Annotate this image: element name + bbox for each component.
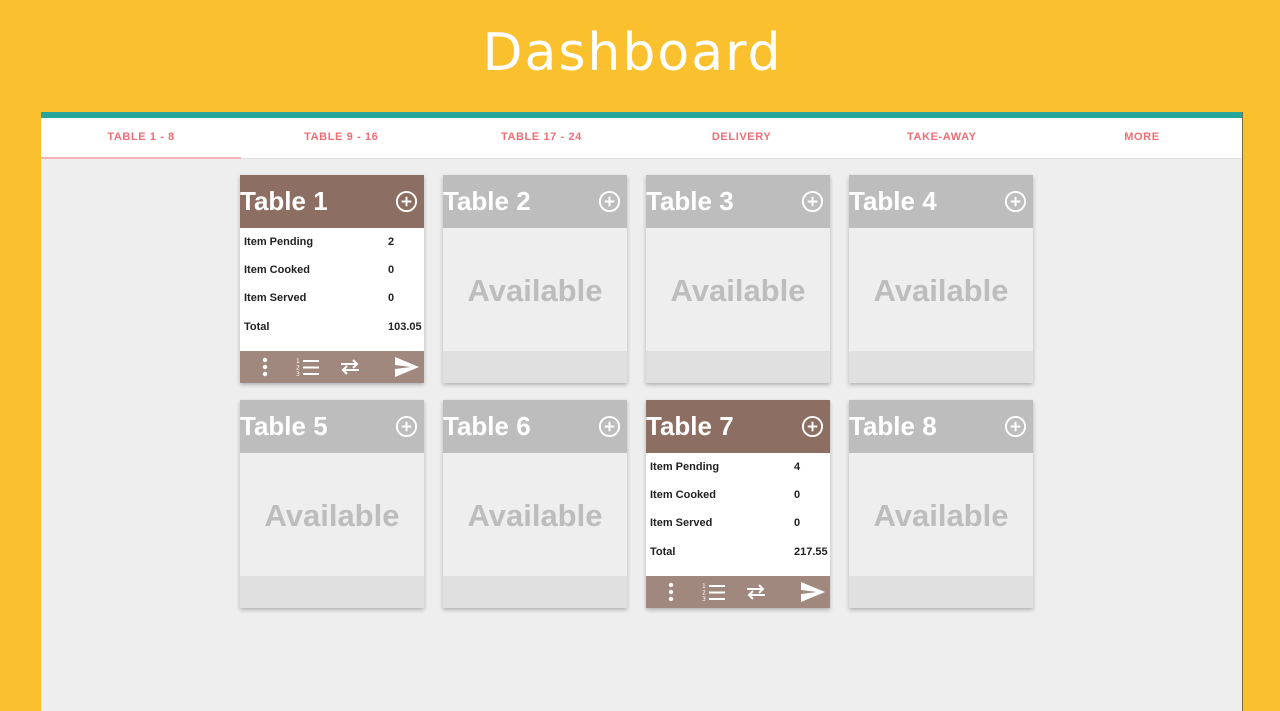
send-icon[interactable] (394, 356, 420, 378)
swap-icon[interactable] (338, 357, 362, 377)
available-label: Available (873, 498, 1009, 533)
tab-delivery[interactable]: DELIVERY (642, 118, 842, 158)
table-name: Table 4 (849, 186, 937, 216)
table-card-footer: 123 (646, 576, 830, 608)
add-circle-icon[interactable] (801, 415, 824, 438)
table-name: Table 6 (443, 411, 531, 441)
stat-label: Item Pending (244, 236, 314, 248)
table-card-footer (849, 351, 1033, 383)
stat-value: 0 (388, 264, 395, 276)
stat-value: 0 (388, 292, 395, 304)
swap-icon[interactable] (744, 582, 768, 602)
table-card-8[interactable]: Table 8 Available (849, 400, 1033, 608)
send-icon[interactable] (800, 581, 826, 603)
table-name: Table 7 (646, 411, 734, 441)
table-card-body: Available (646, 228, 830, 351)
table-card-2[interactable]: Table 2 Available (443, 175, 627, 383)
tab-bar: TABLE 1 - 8 TABLE 9 - 16 TABLE 17 - 24 D… (41, 118, 1242, 159)
numbered-list-icon[interactable]: 123 (296, 357, 320, 377)
table-card-header: Table 5 (240, 400, 424, 453)
table-card-header: Table 2 (443, 175, 627, 228)
available-label: Available (467, 498, 603, 533)
table-card-3[interactable]: Table 3 Available (646, 175, 830, 383)
table-card-4[interactable]: Table 4 Available (849, 175, 1033, 383)
stat-row-pending: Item Pending 4 (650, 461, 826, 477)
table-card-footer (443, 351, 627, 383)
stat-value: 4 (794, 461, 801, 473)
table-card-body: Available (443, 453, 627, 576)
table-card-5[interactable]: Table 5 Available (240, 400, 424, 608)
stat-row-served: Item Served 0 (650, 517, 826, 533)
tab-more[interactable]: MORE (1042, 118, 1242, 158)
table-card-6[interactable]: Table 6 Available (443, 400, 627, 608)
table-card-footer: 123 (240, 351, 424, 383)
available-label: Available (873, 273, 1009, 308)
available-label: Available (670, 273, 806, 308)
available-label: Available (467, 273, 603, 308)
table-card-header: Table 3 (646, 175, 830, 228)
add-circle-icon[interactable] (801, 190, 824, 213)
table-name: Table 3 (646, 186, 734, 216)
more-vert-icon[interactable] (258, 357, 272, 377)
add-circle-icon[interactable] (395, 190, 418, 213)
tab-take-away[interactable]: TAKE-AWAY (842, 118, 1042, 158)
add-circle-icon[interactable] (598, 190, 621, 213)
stat-row-served: Item Served 0 (244, 292, 420, 308)
stat-value: 103.05 (388, 321, 422, 333)
app-frame: TABLE 1 - 8 TABLE 9 - 16 TABLE 17 - 24 D… (41, 112, 1243, 711)
stat-value: 217.55 (794, 546, 828, 558)
stat-row-pending: Item Pending 2 (244, 236, 420, 252)
tab-table-17-24[interactable]: TABLE 17 - 24 (441, 118, 641, 158)
table-card-footer (240, 576, 424, 608)
svg-text:3: 3 (702, 596, 706, 602)
table-card-body: Available (849, 453, 1033, 576)
table-card-header: Table 6 (443, 400, 627, 453)
available-label: Available (264, 498, 400, 533)
stat-value: 2 (388, 236, 395, 248)
table-card-footer (443, 576, 627, 608)
stat-value: 0 (794, 517, 801, 529)
stat-label: Total (650, 546, 676, 558)
stat-label: Item Cooked (650, 489, 717, 501)
table-card-header: Table 8 (849, 400, 1033, 453)
table-card-7[interactable]: Table 7 Item Pending 4 Item Cooked 0 Item … (646, 400, 830, 608)
tab-table-9-16[interactable]: TABLE 9 - 16 (241, 118, 441, 158)
table-card-header: Table 1 (240, 175, 424, 228)
table-card-body: Available (240, 453, 424, 576)
stat-row-total: Total 217.55 (650, 546, 828, 562)
svg-text:3: 3 (296, 371, 300, 377)
table-card-footer (646, 351, 830, 383)
table-card-body: Available (443, 228, 627, 351)
table-name: Table 8 (849, 411, 937, 441)
stat-row-total: Total 103.05 (244, 321, 422, 337)
table-card-header: Table 4 (849, 175, 1033, 228)
table-card-body: Available (849, 228, 1033, 351)
numbered-list-icon[interactable]: 123 (702, 582, 726, 602)
add-circle-icon[interactable] (395, 415, 418, 438)
add-circle-icon[interactable] (1004, 415, 1027, 438)
stat-label: Item Served (244, 292, 307, 304)
table-card-body: Item Pending 4 Item Cooked 0 Item Served 0 … (646, 453, 830, 576)
table-name: Table 2 (443, 186, 531, 216)
table-card-header: Table 7 (646, 400, 830, 453)
table-grid: Table 1 Item Pending 2 Item Cooked 0 Item … (240, 175, 1033, 608)
more-vert-icon[interactable] (664, 582, 678, 602)
table-card-footer (849, 576, 1033, 608)
stat-label: Item Cooked (244, 264, 311, 276)
table-card-1[interactable]: Table 1 Item Pending 2 Item Cooked 0 Item … (240, 175, 424, 383)
stat-label: Item Served (650, 517, 713, 529)
stat-row-cooked: Item Cooked 0 (244, 264, 420, 280)
stat-label: Total (244, 321, 270, 333)
table-name: Table 1 (240, 186, 328, 216)
stat-label: Item Pending (650, 461, 720, 473)
stat-row-cooked: Item Cooked 0 (650, 489, 826, 505)
table-name: Table 5 (240, 411, 328, 441)
page-title: Dashboard (482, 23, 783, 83)
tab-table-1-8[interactable]: TABLE 1 - 8 (41, 118, 242, 159)
table-card-body: Item Pending 2 Item Cooked 0 Item Served 0 … (240, 228, 424, 351)
add-circle-icon[interactable] (1004, 190, 1027, 213)
stat-value: 0 (794, 489, 801, 501)
add-circle-icon[interactable] (598, 415, 621, 438)
